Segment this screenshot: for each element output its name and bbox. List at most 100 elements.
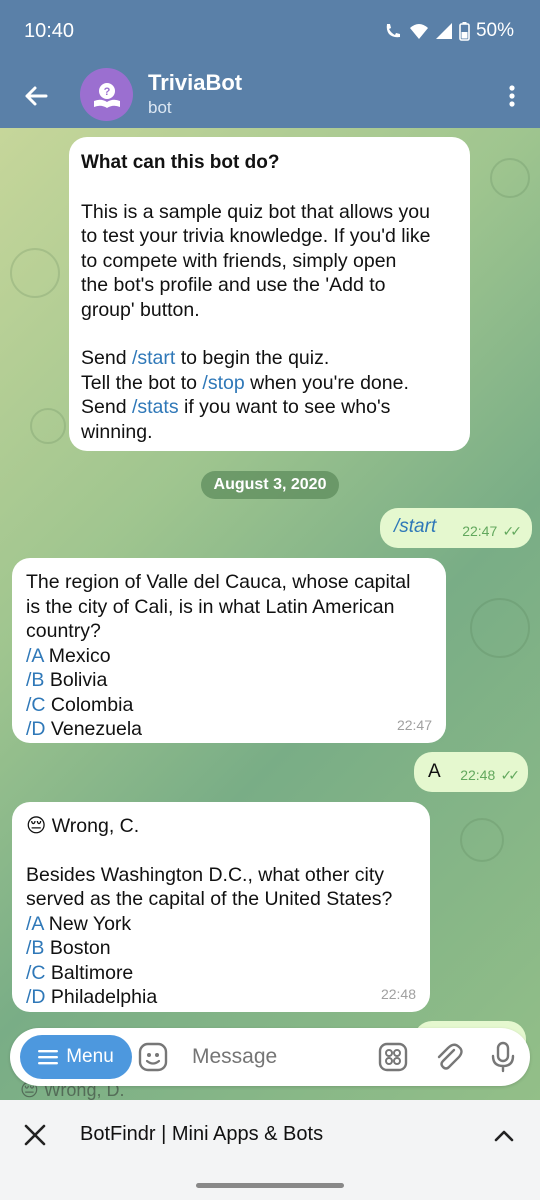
intro-stop-line: Tell the bot to /stop when you're done. — [81, 371, 458, 396]
chat-header: ? TriviaBot bot — [0, 64, 540, 128]
bot-avatar[interactable]: ? — [80, 68, 133, 121]
avatar-bot-icon: ? — [93, 82, 120, 108]
wallpaper-doodle — [490, 158, 530, 198]
bot-menu-button[interactable]: Menu — [20, 1035, 132, 1079]
outgoing-message[interactable]: /start 22:47 ✓✓ — [380, 508, 532, 548]
incoming-message[interactable]: The region of Valle del Cauca, whose cap… — [12, 558, 446, 743]
message-input[interactable] — [192, 1043, 372, 1071]
feedback-line: 😔 Wrong, C. — [26, 815, 140, 837]
message-line: served as the capital of the United Stat… — [26, 888, 393, 910]
attach-icon[interactable] — [431, 1040, 465, 1074]
home-indicator[interactable] — [196, 1183, 344, 1188]
intro-line: group' button. — [81, 298, 200, 321]
intro-heading: What can this bot do? — [81, 152, 280, 173]
mini-app-bar: BotFindr | Mini Apps & Bots — [0, 1100, 540, 1200]
status-time: 10:40 — [24, 20, 75, 42]
answer-option: /D Philadelphia — [26, 985, 416, 1010]
text: Tell the bot to — [81, 371, 203, 394]
intro-start-line: Send /start to begin the quiz. — [81, 346, 458, 371]
menu-label: Menu — [66, 1046, 114, 1067]
option-d-link[interactable]: /D — [26, 986, 46, 1008]
mic-icon[interactable] — [486, 1040, 520, 1074]
option-a-link[interactable]: /A — [26, 645, 43, 667]
option-c-link[interactable]: /C — [26, 694, 46, 716]
bot-intro-card: What can this bot do? This is a sample q… — [69, 137, 470, 451]
close-icon[interactable] — [22, 1122, 48, 1148]
bot-grid-icon[interactable] — [376, 1040, 410, 1074]
answer-option: /A Mexico — [26, 644, 432, 669]
intro-line: This is a sample quiz bot that allows yo… — [81, 200, 431, 223]
message-time: 22:48 — [460, 767, 496, 783]
chevron-up-icon[interactable] — [492, 1124, 516, 1148]
option-text: New York — [43, 912, 132, 935]
chat-area[interactable]: What can this bot do? This is a sample q… — [0, 128, 540, 1100]
option-text: Philadelphia — [45, 986, 158, 1008]
status-bar: 10:40 50% — [0, 0, 540, 64]
option-c-link[interactable]: /C — [26, 962, 46, 984]
outgoing-text: /start — [394, 516, 437, 537]
date-separator: August 3, 2020 — [201, 471, 339, 499]
message-status: 22:48 ✓✓ — [460, 764, 521, 786]
message-line: country? — [26, 620, 101, 642]
mini-app-title[interactable]: BotFindr | Mini Apps & Bots — [80, 1123, 323, 1146]
message-time: 22:47 — [462, 523, 498, 539]
answer-option: /D Venezuela — [26, 717, 432, 742]
option-text: Bolivia — [44, 669, 108, 691]
sticker-icon[interactable] — [136, 1040, 170, 1074]
text: to begin the quiz. — [175, 347, 330, 369]
outgoing-message[interactable]: A 22:48 ✓✓ — [414, 752, 528, 792]
battery-percent: 50% — [475, 20, 514, 41]
intro-line: the bot's profile and use the 'Add to — [81, 274, 386, 296]
message-line: is the city of Cali, is in what Latin Am… — [26, 595, 395, 618]
wallpaper-doodle — [460, 818, 504, 862]
wifi-icon — [409, 24, 428, 39]
battery-icon — [459, 21, 470, 41]
status-icons: 50% — [383, 20, 514, 42]
menu-icon — [38, 1050, 59, 1065]
text: Send — [81, 347, 132, 369]
back-arrow-icon[interactable] — [18, 78, 54, 114]
message-line: The region of Valle del Cauca, whose cap… — [26, 571, 411, 593]
option-a-link[interactable]: /A — [26, 913, 43, 935]
option-d-link[interactable]: /D — [26, 718, 46, 740]
message-status: 22:47 ✓✓ — [462, 520, 523, 542]
option-b-link[interactable]: /B — [26, 937, 44, 959]
start-command-link[interactable]: /start — [132, 347, 175, 369]
option-text: Boston — [44, 937, 111, 959]
intro-line: to test your trivia knowledge. If you'd … — [81, 225, 431, 247]
option-text: Colombia — [45, 693, 134, 716]
chat-title[interactable]: TriviaBot — [148, 70, 242, 96]
message-composer: Menu — [10, 1028, 530, 1086]
wallpaper-doodle — [470, 598, 530, 658]
text: when you're done. — [244, 371, 409, 394]
message-time: 22:47 — [396, 716, 432, 733]
stats-command-link[interactable]: /stats — [132, 396, 179, 418]
wallpaper-doodle — [30, 408, 66, 444]
option-text: Mexico — [43, 644, 111, 667]
double-check-icon: ✓✓ — [502, 523, 523, 539]
stop-command-link[interactable]: /stop — [202, 372, 244, 394]
call-wifi-icon — [386, 24, 400, 38]
incoming-message[interactable]: 😔 Wrong, C. Besides Washington D.C., wha… — [12, 802, 430, 1012]
double-check-icon: ✓✓ — [500, 767, 521, 783]
text: if you want to see who's — [178, 396, 391, 418]
option-text: Baltimore — [45, 961, 134, 984]
answer-option: /A New York — [26, 912, 416, 937]
answer-option: /C Colombia — [26, 693, 432, 718]
chat-subtitle: bot — [148, 98, 172, 117]
option-b-link[interactable]: /B — [26, 669, 44, 691]
signal-icon — [435, 23, 452, 39]
text: Send — [81, 396, 132, 418]
intro-line: winning. — [81, 420, 153, 443]
answer-option: /B Bolivia — [26, 668, 432, 693]
intro-stats-line: Send /stats if you want to see who's — [81, 395, 458, 420]
svg-text:?: ? — [103, 86, 110, 98]
message-line: Besides Washington D.C., what other city — [26, 863, 385, 886]
message-time: 22:48 — [380, 985, 416, 1002]
more-vert-icon[interactable] — [502, 80, 522, 112]
answer-option: /B Boston — [26, 936, 416, 961]
wallpaper-doodle — [10, 248, 60, 298]
answer-option: /C Baltimore — [26, 961, 416, 986]
intro-line: to compete with friends, simply open — [81, 249, 397, 272]
outgoing-text: A — [428, 761, 441, 782]
